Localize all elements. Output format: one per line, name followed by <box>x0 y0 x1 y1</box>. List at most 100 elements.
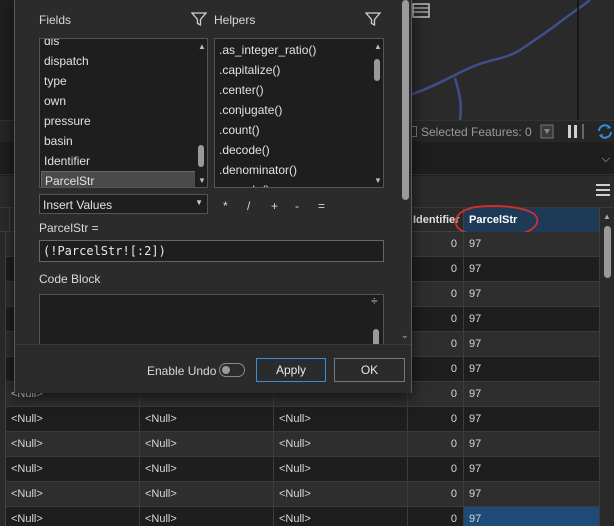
table-cell[interactable]: <Null> <box>140 457 274 482</box>
helper-list-item[interactable]: .capitalize() <box>219 60 280 80</box>
code-block-input[interactable]: ÷ <box>39 294 384 346</box>
scroll-thumb[interactable] <box>604 226 611 278</box>
menu-icon[interactable] <box>596 184 610 196</box>
helpers-list[interactable]: .as_integer_ratio() .capitalize() .center(… <box>214 38 384 188</box>
table-cell[interactable]: 0 <box>408 257 464 282</box>
table-cell[interactable]: 97 <box>464 482 600 507</box>
helper-list-item[interactable]: .center() <box>219 80 264 100</box>
table-cell[interactable]: 0 <box>408 307 464 332</box>
column-header-identifier[interactable]: Identifier <box>408 208 464 232</box>
field-list-item[interactable]: Identifier <box>44 151 90 171</box>
table-cell[interactable]: <Null> <box>6 507 140 526</box>
scroll-up-icon[interactable]: ▲ <box>198 42 206 51</box>
enable-undo-toggle[interactable] <box>219 363 245 377</box>
table-cell[interactable]: <Null> <box>6 482 140 507</box>
table-cell[interactable]: <Null> <box>274 457 408 482</box>
table-cell[interactable]: 0 <box>408 457 464 482</box>
field-list-item[interactable]: dispatch <box>44 51 89 71</box>
filter-extent-icon[interactable] <box>540 124 554 139</box>
table-cell[interactable]: 0 <box>408 282 464 307</box>
table-cell[interactable]: 97 <box>464 307 600 332</box>
table-row[interactable]: <Null> <Null> <Null> 0 97 <box>0 407 600 432</box>
field-list-item[interactable]: basin <box>44 131 73 151</box>
pause-icon[interactable] <box>566 124 580 139</box>
field-list-item[interactable]: ParcelStr <box>41 171 207 187</box>
table-cell[interactable]: 97 <box>464 407 600 432</box>
fields-list-scrollbar[interactable]: ▲ ▼ <box>195 39 207 187</box>
table-cell[interactable]: <Null> <box>274 482 408 507</box>
chevron-down-icon[interactable]: ⌵ <box>602 153 610 166</box>
table-cell[interactable]: 97 <box>464 457 600 482</box>
table-cell[interactable]: 97 <box>464 232 600 257</box>
table-cell[interactable]: 97 <box>464 382 600 407</box>
table-cell[interactable]: <Null> <box>6 432 140 457</box>
operator-subtract-button[interactable]: - <box>295 199 299 213</box>
table-cell[interactable]: 97 <box>464 257 600 282</box>
insert-mode-dropdown[interactable]: Insert Values ▼ <box>39 194 208 214</box>
table-cell[interactable]: <Null> <box>140 482 274 507</box>
table-view-icon[interactable] <box>410 0 432 20</box>
scroll-down-icon[interactable]: ⌄ <box>401 330 409 341</box>
dialog-scrollbar[interactable]: ⌄ <box>400 0 411 344</box>
table-cell[interactable]: <Null> <box>274 407 408 432</box>
table-cell[interactable]: 97 <box>464 282 600 307</box>
table-cell[interactable]: 97 <box>464 357 600 382</box>
field-list-item[interactable]: type <box>44 71 67 91</box>
operator-multiply-button[interactable]: * <box>223 199 228 213</box>
scroll-thumb[interactable] <box>374 59 380 81</box>
table-cell[interactable]: 0 <box>408 482 464 507</box>
split-handle-icon[interactable]: ÷ <box>371 295 378 307</box>
table-cell[interactable]: 0 <box>408 382 464 407</box>
table-cell[interactable]: 0 <box>408 232 464 257</box>
apply-button[interactable]: Apply <box>256 358 326 382</box>
field-list-item[interactable]: pressure <box>44 111 91 131</box>
table-cell[interactable]: 0 <box>408 357 464 382</box>
refresh-icon[interactable] <box>596 124 614 139</box>
table-cell[interactable]: 0 <box>408 332 464 357</box>
operator-add-button[interactable]: + <box>271 199 278 213</box>
table-cell[interactable]: 97 <box>464 432 600 457</box>
helper-list-item[interactable]: .encode() <box>219 180 270 187</box>
table-cell[interactable]: 97 <box>464 507 600 526</box>
helper-list-item[interactable]: .decode() <box>219 140 270 160</box>
scroll-up-icon[interactable]: ▲ <box>603 212 611 221</box>
table-cell[interactable]: <Null> <box>140 507 274 526</box>
helper-list-item[interactable]: .conjugate() <box>219 100 282 120</box>
operator-divide-button[interactable]: / <box>247 199 250 213</box>
table-cell[interactable]: <Null> <box>274 432 408 457</box>
code-block-scrollbar[interactable]: ÷ <box>369 295 383 346</box>
helpers-list-scrollbar[interactable]: ▲ ▼ <box>371 39 383 187</box>
table-row[interactable]: <Null> <Null> <Null> 0 97 <box>0 457 600 482</box>
table-cell[interactable]: <Null> <box>274 507 408 526</box>
table-row[interactable]: <Null> <Null> <Null> 0 97 <box>0 432 600 457</box>
table-cell[interactable]: 0 <box>408 407 464 432</box>
column-header-parcelstr[interactable]: ParcelStr <box>464 208 600 232</box>
scroll-up-icon[interactable]: ▲ <box>374 42 382 51</box>
scroll-thumb[interactable] <box>198 145 204 167</box>
helper-list-item[interactable]: .denominator() <box>219 160 297 180</box>
field-list-item[interactable]: dis <box>44 39 59 51</box>
table-cell[interactable]: <Null> <box>140 407 274 432</box>
filter-icon[interactable] <box>365 11 381 27</box>
scroll-thumb[interactable] <box>402 0 409 200</box>
operator-equals-button[interactable]: = <box>318 199 325 213</box>
expression-input[interactable]: (!ParcelStr![:2]) <box>39 240 384 262</box>
fields-list[interactable]: dis dispatch type own pressure basin Identifie… <box>39 38 208 188</box>
scroll-down-icon[interactable]: ▼ <box>198 176 206 185</box>
table-row[interactable]: <Null> <Null> <Null> 0 97 <box>0 507 600 526</box>
table-cell[interactable]: <Null> <box>6 457 140 482</box>
table-cell[interactable]: 0 <box>408 432 464 457</box>
table-cell[interactable]: <Null> <box>140 432 274 457</box>
ok-button[interactable]: OK <box>334 358 405 382</box>
table-row[interactable]: <Null> <Null> <Null> 0 97 <box>0 482 600 507</box>
helper-list-item[interactable]: .count() <box>219 120 260 140</box>
helper-list-item[interactable]: .as_integer_ratio() <box>219 40 316 60</box>
table-cell[interactable]: 0 <box>408 507 464 526</box>
filter-icon[interactable] <box>191 11 207 27</box>
field-list-item[interactable]: own <box>44 91 66 111</box>
map-view[interactable] <box>410 0 614 120</box>
table-cell[interactable]: 97 <box>464 332 600 357</box>
table-cell[interactable]: <Null> <box>6 407 140 432</box>
table-scrollbar[interactable]: ▲ <box>600 208 614 526</box>
scroll-down-icon[interactable]: ▼ <box>374 176 382 185</box>
